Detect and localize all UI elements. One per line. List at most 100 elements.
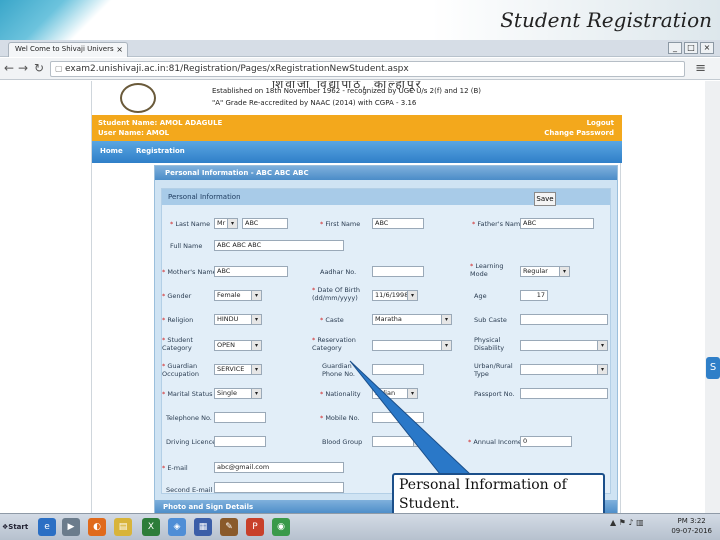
physical-disability-select[interactable] <box>520 340 608 351</box>
maximize-button[interactable]: □ <box>684 42 698 54</box>
physical-disability-label: Physical Disability <box>474 336 505 352</box>
nationality-select[interactable]: Indian <box>372 388 418 399</box>
mobile-label: * Mobile No. <box>320 414 360 422</box>
fathers-name-input[interactable]: ABC <box>520 218 594 229</box>
slide-decoration <box>0 0 120 40</box>
start-button[interactable]: ❖Start <box>2 517 32 537</box>
sub-caste-input[interactable] <box>520 314 608 325</box>
first-name-input[interactable]: ABC <box>372 218 424 229</box>
learning-mode-select[interactable]: Regular <box>520 266 570 277</box>
fathers-name-label: * Father's Name <box>472 220 525 228</box>
network-tray-icon[interactable]: ▥ <box>636 518 644 527</box>
clock-time: PM 3:22 <box>677 517 706 525</box>
establishment-line: Established on 18th November 1962 - reco… <box>212 87 482 95</box>
full-name-input[interactable]: ABC ABC ABC <box>214 240 344 251</box>
firefox-icon[interactable]: ◐ <box>88 518 106 536</box>
guardian-occupation-select[interactable]: SERVICE <box>214 364 262 375</box>
nav-home[interactable]: Home <box>100 147 123 155</box>
start-label: Start <box>8 523 29 531</box>
site-header: शिवाजी विद्यापीठ, कोल्हापूर Established … <box>92 81 622 115</box>
ie-icon[interactable]: e <box>38 518 56 536</box>
student-name: Student Name: AMOL ADAGULE <box>98 119 223 127</box>
flag-icon[interactable]: ⚑ <box>619 518 626 527</box>
university-logo-icon <box>120 83 156 113</box>
urban-rural-select[interactable] <box>520 364 608 375</box>
url-input[interactable]: ▢ exam2.unishivaji.ac.in:81/Registration… <box>50 61 685 77</box>
folder-icon[interactable]: ▤ <box>114 518 132 536</box>
age-label: Age <box>474 292 487 300</box>
urban-rural-label: Urban/Rural Type <box>474 362 513 378</box>
marital-status-select[interactable]: Single <box>214 388 262 399</box>
menu-icon[interactable]: ≡ <box>695 61 706 76</box>
first-name-label: * First Name <box>320 220 361 228</box>
mothers-name-label: * Mother's Name <box>162 268 217 276</box>
second-email-label: Second E-mail <box>166 486 213 494</box>
excel-icon[interactable]: X <box>142 518 160 536</box>
powerpoint-icon[interactable]: P <box>246 518 264 536</box>
paint-icon[interactable]: ✎ <box>220 518 238 536</box>
network-icon[interactable]: ◈ <box>168 518 186 536</box>
full-name-label: Full Name <box>170 242 203 250</box>
app-icon[interactable]: ▦ <box>194 518 212 536</box>
nationality-label: * Nationality <box>320 390 361 398</box>
page-scrollbar[interactable] <box>705 81 720 513</box>
caste-select[interactable]: Maratha <box>372 314 452 325</box>
student-category-select[interactable]: OPEN <box>214 340 262 351</box>
aadhar-label: Aadhar No. <box>320 268 357 276</box>
blood-group-label: Blood Group <box>322 438 363 446</box>
skype-icon[interactable]: S <box>706 357 720 379</box>
last-name-input[interactable]: ABC <box>242 218 288 229</box>
browser-tab-bar: Wel Come to Shivaji Univers × _ □ × <box>0 40 720 57</box>
slide-header: Student Registration <box>0 0 720 40</box>
minimize-button[interactable]: _ <box>668 42 682 54</box>
user-bar: Student Name: AMOL ADAGULE User Name: AM… <box>92 115 622 141</box>
second-email-input[interactable] <box>214 482 344 493</box>
tab-close-icon[interactable]: × <box>116 43 123 56</box>
logout-link[interactable]: Logout <box>587 119 614 127</box>
form-subtitle-text: Personal Information <box>168 193 241 201</box>
address-bar: ← → ↻ ▢ exam2.unishivaji.ac.in:81/Regist… <box>0 58 720 80</box>
clock[interactable]: PM 3:22 09-07-2016 <box>671 516 712 536</box>
email-input[interactable]: abc@gmail.com <box>214 462 344 473</box>
system-tray: ▲ ⚑ ♪ ▥ <box>610 518 644 527</box>
callout-text: Personal Information of Student. <box>399 477 567 512</box>
media-player-icon[interactable]: ▶ <box>62 518 80 536</box>
email-label: * E-mail <box>162 464 188 472</box>
reload-icon[interactable]: ↻ <box>34 61 44 75</box>
passport-input[interactable] <box>520 388 608 399</box>
annual-income-label: * Annual Income <box>468 438 522 446</box>
gender-select[interactable]: Female <box>214 290 262 301</box>
save-button[interactable]: Save <box>534 192 556 206</box>
dob-label: * Date Of Birth (dd/mm/yyyy) <box>312 286 361 302</box>
telephone-input[interactable] <box>214 412 266 423</box>
tray-expand-icon[interactable]: ▲ <box>610 518 616 527</box>
mothers-name-input[interactable]: ABC <box>214 266 288 277</box>
blood-group-select[interactable] <box>372 436 424 447</box>
close-window-button[interactable]: × <box>700 42 714 54</box>
chrome-icon[interactable]: ◉ <box>272 518 290 536</box>
marital-status-label: * Marital Status <box>162 390 213 398</box>
slide-title: Student Registration <box>500 8 712 32</box>
grade-line: "A" Grade Re-accredited by NAAC (2014) w… <box>212 99 417 107</box>
volume-icon[interactable]: ♪ <box>628 518 633 527</box>
page-icon: ▢ <box>55 64 63 73</box>
reservation-category-select[interactable] <box>372 340 452 351</box>
url-text: exam2.unishivaji.ac.in:81/Registration/P… <box>65 64 409 74</box>
student-category-label: * Student Category <box>162 336 193 352</box>
annual-income-input[interactable]: 0 <box>520 436 572 447</box>
browser-tab[interactable]: Wel Come to Shivaji Univers × <box>8 42 128 57</box>
nav-registration[interactable]: Registration <box>136 147 185 155</box>
mobile-input[interactable] <box>372 412 424 423</box>
tab-title: Wel Come to Shivaji Univers <box>15 45 114 53</box>
change-password-link[interactable]: Change Password <box>544 129 614 137</box>
age-input[interactable]: 17 <box>520 290 548 301</box>
last-name-label: * Last Name <box>170 220 211 228</box>
forward-icon[interactable]: → <box>18 61 28 75</box>
religion-select[interactable]: HINDU <box>214 314 262 325</box>
driving-licence-input[interactable] <box>214 436 266 447</box>
dob-input[interactable]: 11/6/1998 <box>372 290 418 301</box>
guardian-phone-input[interactable] <box>372 364 424 375</box>
name-prefix-select[interactable]: Mr <box>214 218 238 229</box>
back-icon[interactable]: ← <box>4 61 14 75</box>
aadhar-input[interactable] <box>372 266 424 277</box>
